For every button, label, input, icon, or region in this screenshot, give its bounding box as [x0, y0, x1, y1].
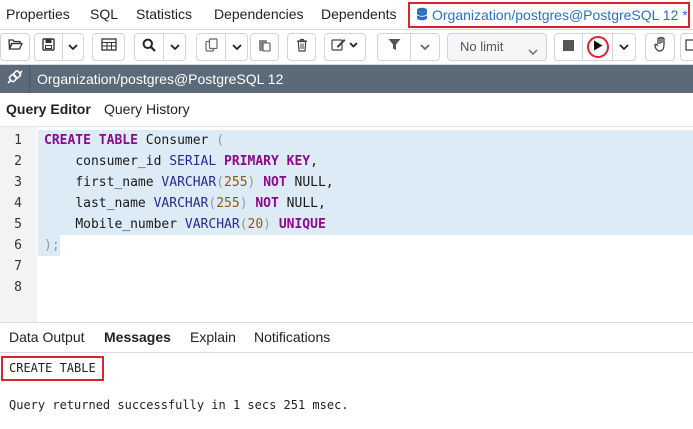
panel-tabs: Properties SQL Statistics Dependencies D… [0, 0, 693, 30]
tab-notifications[interactable]: Notifications [254, 323, 330, 352]
filter-dropdown-button[interactable] [411, 34, 439, 60]
grid-icon [100, 38, 117, 56]
connection-label[interactable]: Organization/postgres@PostgreSQL 12 [37, 65, 283, 93]
stop-button[interactable] [555, 34, 583, 60]
chevron-down-icon [231, 38, 242, 56]
code-line-3: first_name VARCHAR(255) NOT NULL, [75, 175, 334, 190]
execute-button[interactable] [583, 34, 613, 60]
line-gutter: 1 2 3 4 5 6 7 8 [0, 127, 37, 323]
delete-icon [296, 38, 308, 57]
paste-button[interactable] [251, 34, 278, 60]
messages-panel: CREATE TABLE Query returned successfully… [0, 353, 693, 429]
status-message: CREATE TABLE [1, 356, 104, 381]
open-file-button[interactable] [1, 34, 29, 60]
query-toolbar: No limit [0, 30, 693, 65]
line-number: 4 [14, 196, 22, 211]
execute-icon [593, 38, 603, 56]
filter-group [377, 33, 440, 61]
find-group [134, 33, 186, 61]
line-number: 5 [14, 217, 22, 232]
copy-group [196, 33, 248, 61]
tab-statistics[interactable]: Statistics [136, 0, 192, 30]
save-group [34, 33, 84, 61]
chevron-down-icon [420, 38, 430, 56]
overflow-group [680, 33, 693, 61]
hand-button[interactable] [646, 34, 674, 60]
line-number: 2 [14, 154, 22, 169]
tab-query-tool-label: Organization/postgres@PostgreSQL 12 * [432, 7, 688, 23]
find-dropdown-button[interactable] [164, 34, 185, 60]
delete-button[interactable] [288, 34, 315, 60]
open-file-group [0, 33, 30, 61]
database-icon [416, 5, 428, 27]
tab-dependents[interactable]: Dependents [321, 0, 397, 30]
line-number: 7 [14, 259, 22, 274]
edit-button[interactable] [325, 34, 365, 60]
tab-query-history[interactable]: Query History [104, 93, 190, 125]
paste-group [250, 33, 279, 61]
search-icon [142, 38, 156, 57]
filter-button[interactable] [378, 34, 411, 60]
copy-icon [204, 37, 218, 57]
row-limit-value: No limit [460, 39, 504, 54]
line-number: 8 [14, 280, 22, 295]
copy-button[interactable] [197, 34, 226, 60]
connection-bar: Organization/postgres@PostgreSQL 12 [0, 65, 693, 93]
row-limit-select[interactable]: No limit [447, 33, 547, 61]
connection-status-button[interactable] [0, 65, 30, 93]
list-icon [685, 38, 693, 56]
open-file-icon [7, 38, 23, 56]
chevron-down-icon [68, 38, 78, 56]
tab-query-tool[interactable]: Organization/postgres@PostgreSQL 12 * [408, 2, 690, 28]
tab-query-editor[interactable]: Query Editor [6, 93, 91, 125]
delete-group [287, 33, 316, 61]
tab-dependencies[interactable]: Dependencies [214, 0, 304, 30]
view-grid-group [92, 33, 125, 61]
code-line-5: Mobile_number VARCHAR(20) UNIQUE [75, 217, 326, 232]
result-message: Query returned successfully in 1 secs 25… [9, 398, 349, 412]
copy-dropdown-button[interactable] [226, 34, 247, 60]
stop-icon [563, 38, 574, 56]
chevron-down-icon [619, 38, 629, 56]
tab-properties[interactable]: Properties [6, 0, 70, 30]
sql-editor[interactable]: 1 2 3 4 5 6 7 8 CREATE TABLE Consumer ( … [0, 126, 693, 323]
tab-explain[interactable]: Explain [190, 323, 236, 352]
execute-group [554, 33, 636, 61]
hand-icon [653, 36, 667, 57]
code-line-1: CREATE TABLE Consumer ( [44, 133, 225, 148]
execute-highlight [586, 36, 609, 58]
editor-tabs: Query Editor Query History [0, 93, 693, 126]
results-tabs: Data Output Messages Explain Notificatio… [0, 322, 693, 353]
find-button[interactable] [135, 34, 164, 60]
code-line-2: consumer_id SERIAL PRIMARY KEY, [75, 154, 318, 169]
chevron-down-icon [169, 38, 180, 56]
save-icon [42, 38, 55, 56]
code-line-4: last_name VARCHAR(255) NOT NULL, [75, 196, 326, 211]
tab-messages[interactable]: Messages [104, 323, 171, 352]
line-number: 3 [14, 175, 22, 190]
edit-group [324, 33, 366, 61]
paste-icon [258, 38, 271, 57]
line-number: 6 [14, 238, 22, 253]
connection-icon [6, 69, 24, 90]
line-number: 1 [14, 133, 22, 148]
tab-sql[interactable]: SQL [90, 0, 118, 30]
tab-data-output[interactable]: Data Output [9, 323, 85, 352]
code-line-6: ); [44, 238, 60, 253]
edit-icon [331, 38, 359, 56]
save-dropdown-button[interactable] [63, 34, 83, 60]
commit-group [645, 33, 675, 61]
save-button[interactable] [35, 34, 63, 60]
view-data-button[interactable] [93, 34, 124, 60]
filter-icon [388, 38, 401, 56]
rollback-button[interactable] [681, 34, 693, 60]
execute-dropdown-button[interactable] [613, 34, 635, 60]
chevron-down-icon [528, 43, 538, 61]
